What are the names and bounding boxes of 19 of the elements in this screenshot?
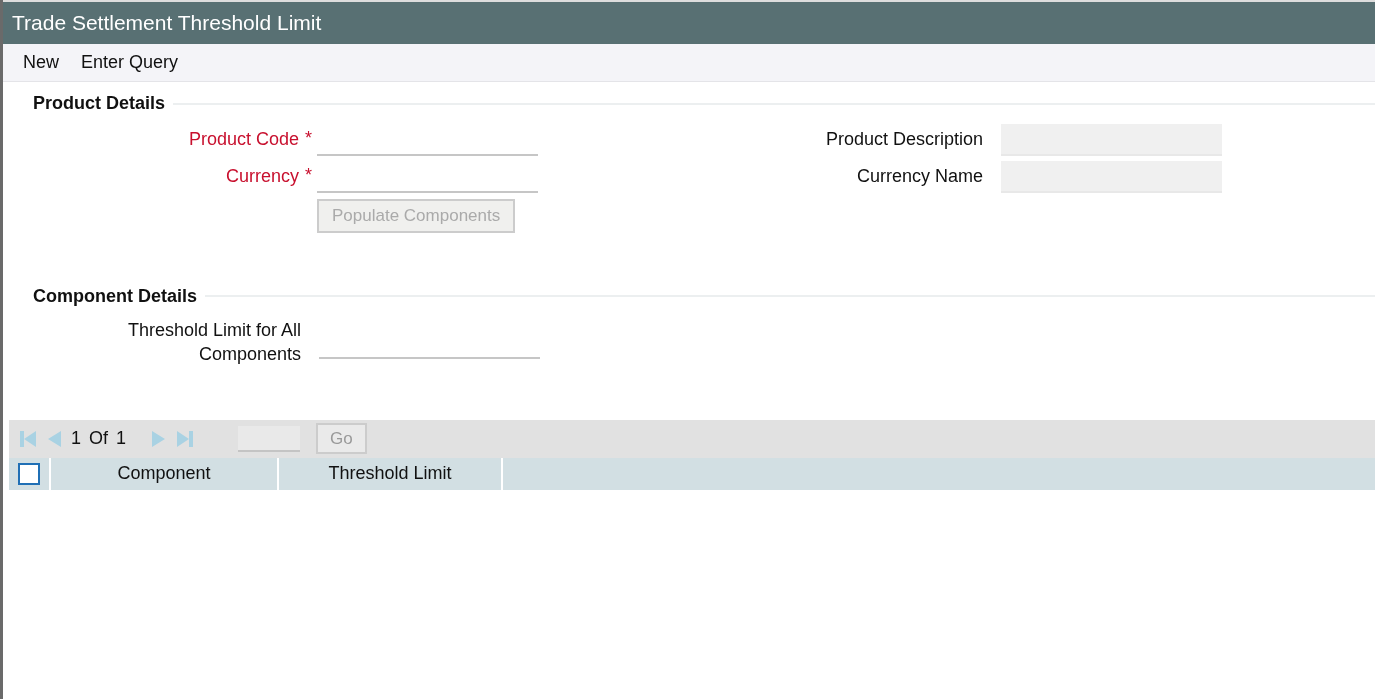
- field-label: Currency Name: [855, 165, 983, 188]
- section-title: Product Details: [33, 92, 166, 115]
- field-label: Product Code: [187, 128, 299, 151]
- page-number: 1: [71, 427, 81, 450]
- section-title: Component Details: [33, 284, 197, 308]
- field-label: Product Description: [824, 128, 983, 151]
- page-of-label: Of: [89, 427, 109, 450]
- toolbar-button[interactable]: New: [15, 47, 67, 78]
- window-title: Trade Settlement Threshold Limit: [3, 0, 1375, 44]
- select-all-checkbox[interactable]: [18, 462, 40, 485]
- page-total: 1: [116, 427, 127, 450]
- page-input[interactable]: [238, 425, 301, 452]
- column-header[interactable]: Threshold Limit: [279, 457, 501, 490]
- column-header[interactable]: Component: [51, 457, 277, 490]
- field-label: Threshold Limit for All Components: [126, 319, 301, 366]
- required-asterisk: *: [304, 127, 313, 150]
- field-label: Currency: [224, 165, 299, 188]
- required-asterisk: *: [304, 164, 313, 187]
- toolbar-button[interactable]: Enter Query: [73, 47, 187, 78]
